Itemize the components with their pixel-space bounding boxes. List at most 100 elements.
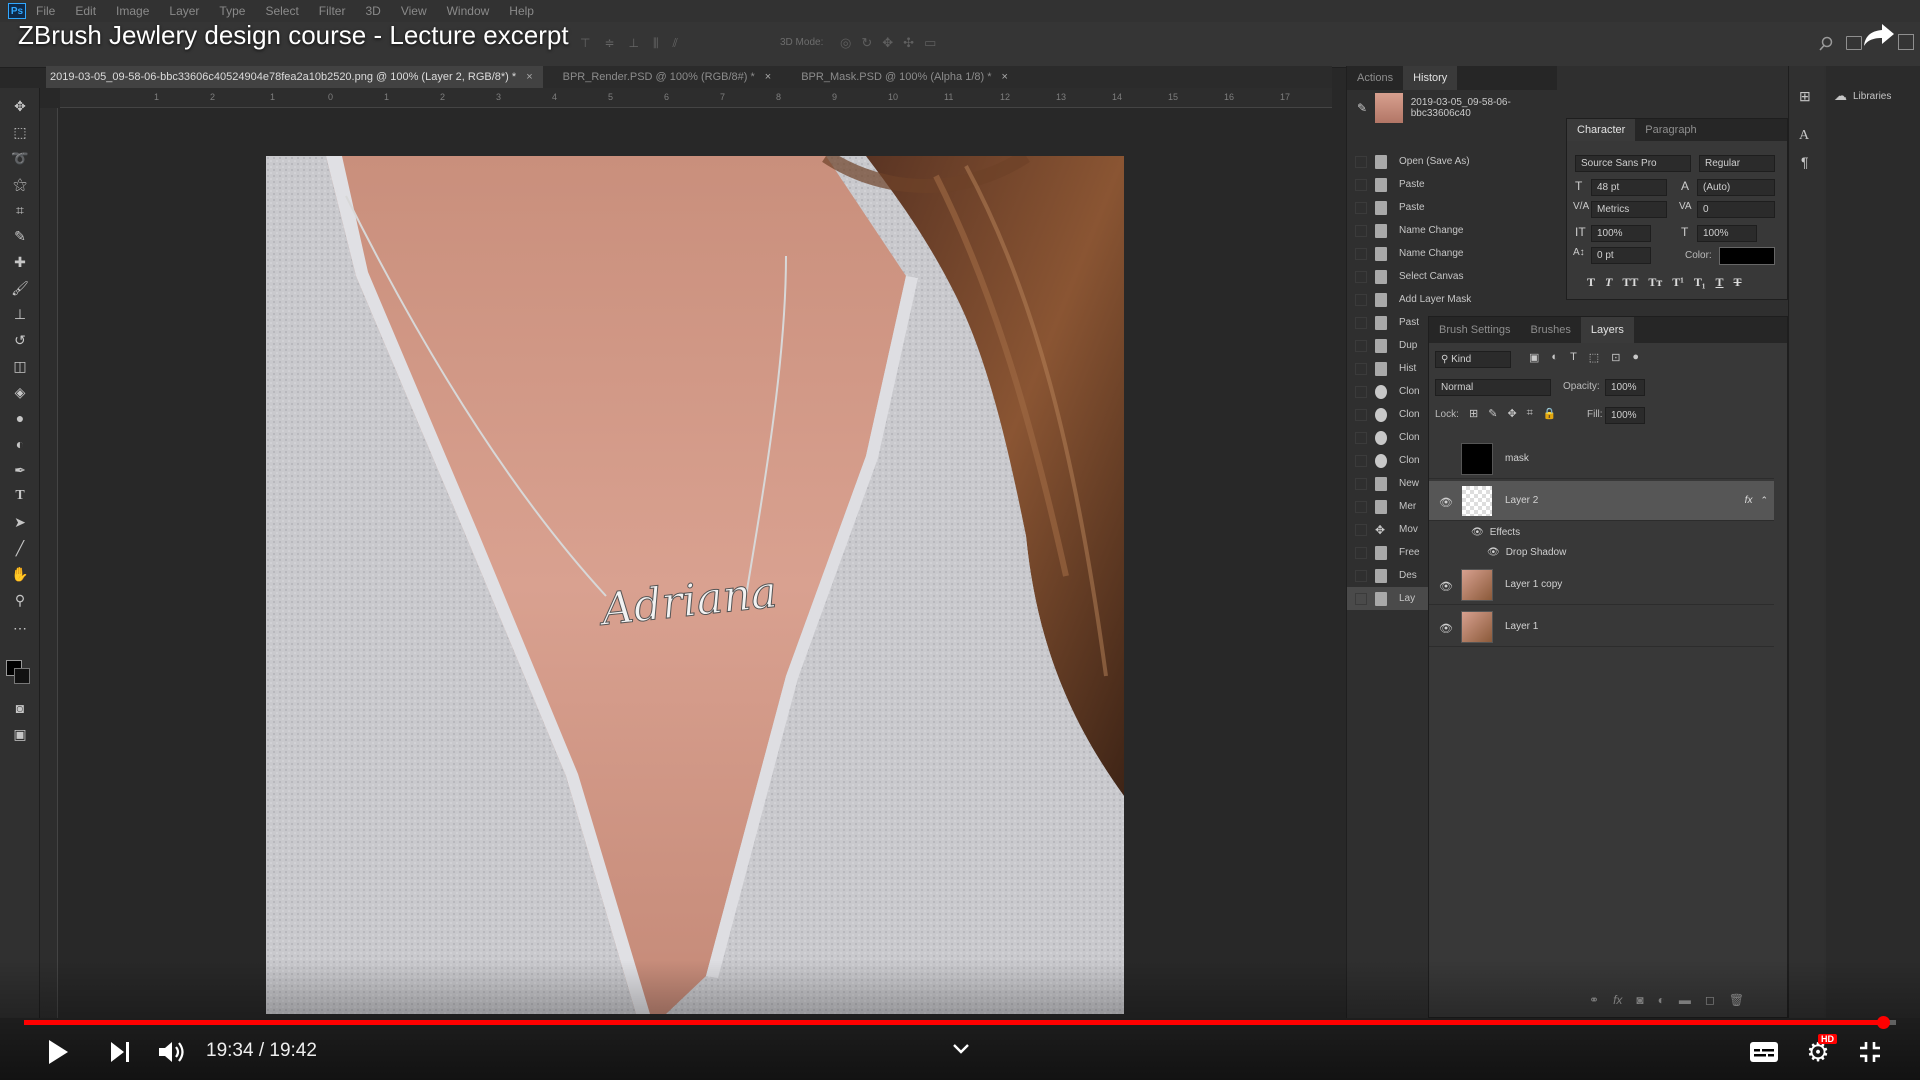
lock-position-icon[interactable]: ✥ — [1507, 407, 1516, 420]
eye-icon[interactable]: 👁 — [1471, 527, 1484, 538]
checkbox[interactable] — [1355, 431, 1367, 444]
history-item[interactable]: Paste — [1347, 196, 1557, 219]
checkbox[interactable] — [1355, 339, 1367, 352]
next-button[interactable] — [100, 1030, 140, 1074]
doc-tab-bpr-mask[interactable]: BPR_Mask.PSD @ 100% (Alpha 1/8) * × — [797, 66, 1018, 88]
scale-3d-icon[interactable]: ▭ — [924, 35, 936, 53]
checkbox[interactable] — [1355, 385, 1367, 398]
checkbox[interactable] — [1355, 477, 1367, 490]
chevron-up-icon[interactable]: ⌃ — [1760, 495, 1768, 506]
fx-icon[interactable]: fx — [1745, 495, 1753, 506]
checkbox[interactable] — [1355, 224, 1367, 237]
history-item[interactable]: Name Change — [1347, 242, 1557, 265]
history-item[interactable]: Open (Save As) — [1347, 150, 1557, 173]
move-tool-icon[interactable]: ✥ — [10, 96, 30, 116]
workspace-icon[interactable] — [1846, 36, 1862, 50]
subtitles-button[interactable] — [1744, 1030, 1784, 1074]
exit-fullscreen-button[interactable] — [1850, 1030, 1890, 1074]
tracking-field[interactable]: 0 — [1697, 201, 1775, 218]
lock-all-icon[interactable]: 🔒 — [1543, 407, 1557, 420]
layer-filter-kind-select[interactable]: ⚲ Kind — [1435, 351, 1511, 368]
tab-paragraph[interactable]: Paragraph — [1635, 119, 1706, 141]
history-item[interactable]: Name Change — [1347, 219, 1557, 242]
more-tools-icon[interactable]: ⋯ — [10, 618, 30, 638]
checkbox[interactable] — [1355, 454, 1367, 467]
grid-icon[interactable]: ⊞ — [1799, 88, 1811, 105]
filter-pixel-icon[interactable]: ▣ — [1529, 351, 1539, 364]
chevron-down-icon[interactable] — [950, 1040, 972, 1058]
history-snapshot[interactable]: ✎ 2019-03-05_09-58-06-bbc33606c40 — [1347, 90, 1569, 126]
leading-field[interactable]: (Auto) — [1697, 179, 1775, 196]
checkbox[interactable] — [1355, 408, 1367, 421]
checkbox[interactable] — [1355, 316, 1367, 329]
character-icon[interactable]: A — [1799, 128, 1809, 144]
checkbox[interactable] — [1355, 270, 1367, 283]
lock-transparent-icon[interactable]: ⊞ — [1469, 407, 1478, 420]
layer-name[interactable]: Layer 1 — [1505, 621, 1538, 632]
volume-button[interactable] — [152, 1030, 192, 1074]
layer-name[interactable]: Layer 2 — [1505, 495, 1538, 506]
faux-bold-icon[interactable]: T — [1587, 275, 1595, 290]
text-color-swatch[interactable] — [1719, 247, 1775, 265]
checkbox[interactable] — [1355, 155, 1367, 168]
opacity-field[interactable]: 100% — [1605, 379, 1645, 396]
line-tool-icon[interactable]: ╱ — [10, 538, 30, 558]
tab-layers[interactable]: Layers — [1580, 317, 1634, 343]
menu-window[interactable]: Window — [447, 4, 490, 18]
settings-button[interactable]: ⚙ HD — [1798, 1030, 1838, 1074]
history-item[interactable]: Add Layer Mask — [1347, 288, 1557, 311]
roll-3d-icon[interactable]: ↻ — [861, 35, 872, 53]
marquee-tool-icon[interactable]: ⬚ — [10, 122, 30, 142]
menu-help[interactable]: Help — [509, 4, 534, 18]
filter-adjustment-icon[interactable]: ◐ — [1551, 351, 1558, 364]
menu-layer[interactable]: Layer — [169, 4, 199, 18]
lasso-tool-icon[interactable]: ➰ — [10, 148, 30, 168]
all-caps-icon[interactable]: TT — [1622, 275, 1638, 290]
menu-image[interactable]: Image — [116, 4, 149, 18]
crop-tool-icon[interactable]: ⌗ — [10, 200, 30, 220]
checkbox[interactable] — [1355, 201, 1367, 214]
orbit-3d-icon[interactable]: ◎ — [840, 35, 851, 53]
layer-row-mask[interactable]: mask — [1429, 439, 1774, 479]
search-icon[interactable] — [1818, 36, 1834, 52]
eye-icon[interactable]: 👁 — [1439, 580, 1453, 593]
align-top-icon[interactable]: ⊤ — [580, 36, 590, 52]
layer-row-layer-1-copy[interactable]: 👁 Layer 1 copy — [1429, 565, 1774, 605]
canvas-image[interactable]: Adriana — [266, 156, 1124, 1014]
checkbox[interactable] — [1355, 546, 1367, 559]
checkbox[interactable] — [1355, 500, 1367, 513]
video-title[interactable]: ZBrush Jewlery design course - Lecture e… — [18, 20, 569, 51]
vertical-scale-field[interactable]: 100% — [1591, 225, 1651, 242]
fill-field[interactable]: 100% — [1605, 407, 1645, 424]
dodge-tool-icon[interactable]: ◐ — [10, 434, 30, 454]
quick-mask-icon[interactable]: ◙ — [10, 698, 30, 718]
play-button[interactable] — [38, 1030, 78, 1074]
menu-filter[interactable]: Filter — [319, 4, 346, 18]
visibility-toggle[interactable] — [1439, 454, 1453, 464]
brush-tool-icon[interactable]: 🖌 — [10, 278, 30, 298]
filter-toggle-icon[interactable]: ● — [1632, 351, 1639, 364]
hand-tool-icon[interactable]: ✋ — [10, 564, 30, 584]
subscript-icon[interactable]: T₁ — [1694, 275, 1706, 290]
checkbox[interactable] — [1355, 523, 1367, 536]
small-caps-icon[interactable]: Tт — [1648, 275, 1662, 290]
layer-row-layer-2[interactable]: 👁 Layer 2 fx ⌃ — [1429, 481, 1774, 521]
font-style-select[interactable]: Regular — [1699, 155, 1775, 172]
layer-name[interactable]: mask — [1505, 453, 1529, 464]
history-brush-icon[interactable]: ↺ — [10, 330, 30, 350]
kerning-field[interactable]: Metrics — [1591, 201, 1667, 218]
checkbox[interactable] — [1355, 293, 1367, 306]
close-icon[interactable]: × — [765, 66, 771, 88]
paint-bucket-icon[interactable]: ◈ — [10, 382, 30, 402]
font-family-select[interactable]: Source Sans Pro — [1575, 155, 1691, 172]
menu-edit[interactable]: Edit — [75, 4, 96, 18]
distribute-icon[interactable]: ⫼ — [653, 36, 659, 52]
checkbox[interactable] — [1355, 178, 1367, 191]
share-icon[interactable] — [1862, 22, 1896, 48]
pen-tool-icon[interactable]: ✒ — [10, 460, 30, 480]
filter-type-icon[interactable]: T — [1570, 351, 1577, 364]
layer-row-layer-1[interactable]: 👁 Layer 1 — [1429, 607, 1774, 647]
share-ps-icon[interactable] — [1898, 34, 1914, 50]
lock-artboard-icon[interactable]: ⌗ — [1527, 407, 1533, 420]
background-color-swatch[interactable] — [14, 668, 30, 684]
